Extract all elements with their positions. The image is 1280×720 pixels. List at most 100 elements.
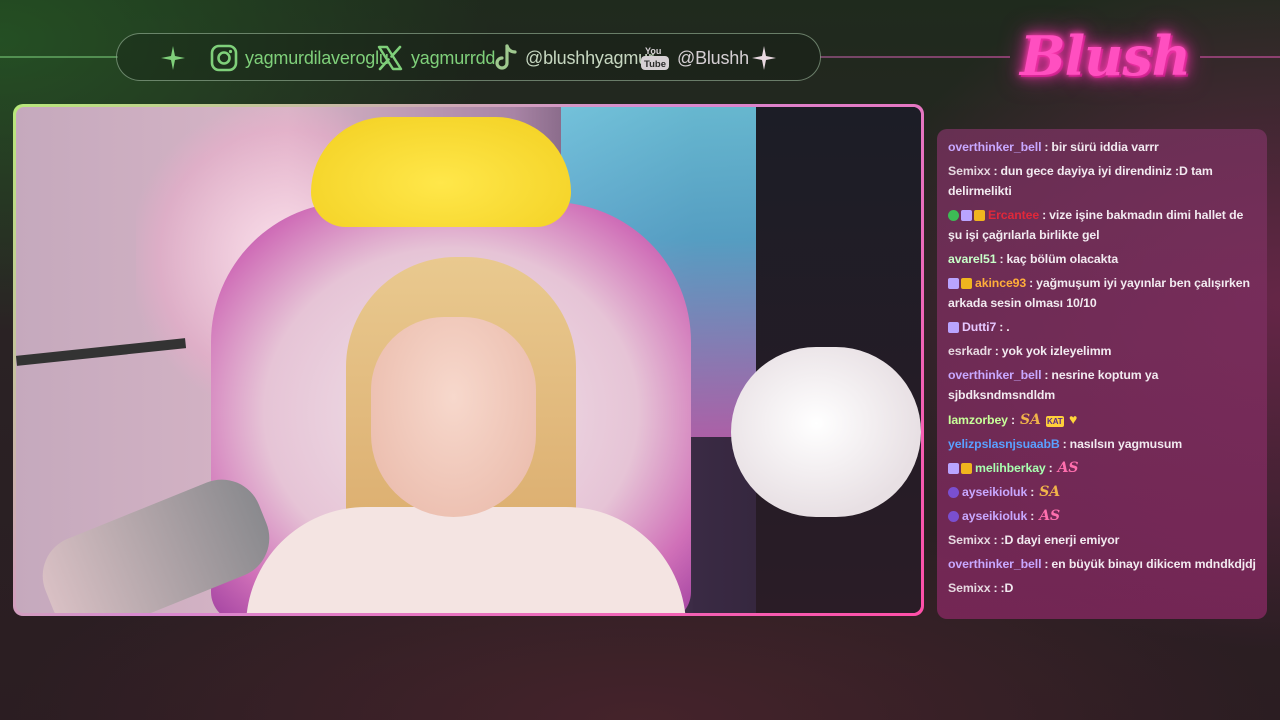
svg-text:You: You: [645, 46, 661, 56]
chat-message: overthinker_bell: en büyük binayı dikicem…: [948, 554, 1257, 574]
gift-badge-icon: [948, 322, 959, 333]
instagram-link[interactable]: yagmurdilaveroglu: [210, 43, 389, 73]
chat-separator: :: [994, 344, 999, 358]
channel-logo: Blush: [1019, 14, 1191, 98]
chat-username[interactable]: avarel51: [948, 252, 997, 266]
sub-badge-icon: [948, 511, 959, 522]
chat-message: esrkadr: yok yok izleyelimm: [948, 341, 1257, 361]
chat-separator: :: [993, 533, 998, 547]
chat-text: kaç bölüm olacakta: [1006, 252, 1119, 266]
badge-group: [948, 210, 985, 221]
sparkle-icon: [752, 46, 776, 70]
tiktok-link[interactable]: @blushhyagmur: [494, 43, 654, 73]
pikachu-hat: [311, 117, 571, 227]
webcam-frame: [13, 104, 924, 616]
chat-separator: :: [1044, 140, 1049, 154]
emote-as-icon: AS: [1057, 460, 1079, 476]
webcam-video: [16, 107, 921, 613]
chat-panel: overthinker_bell: bir sürü iddia varrr Sem…: [937, 129, 1267, 619]
social-links-bar: yagmurdilaveroglu yagmurrdd @blushhyagmu…: [116, 33, 821, 81]
chat-username[interactable]: Ercantee: [988, 208, 1039, 222]
chat-message: Ercantee: vize işine bakmadın dimi hallet…: [948, 205, 1257, 245]
chat-message: Semixx::D: [948, 578, 1257, 598]
youtube-icon: You Tube: [641, 46, 669, 70]
chat-message: ayseikioluk: SA: [948, 482, 1257, 502]
badge-group: [948, 511, 959, 522]
chat-text: :D: [1000, 581, 1014, 595]
badge-group: [948, 322, 959, 333]
gift-badge-icon: [948, 278, 959, 289]
chat-separator: :: [993, 581, 998, 595]
chat-text: .: [1006, 320, 1010, 334]
chat-separator: :: [993, 164, 998, 178]
crown-badge-icon: [961, 463, 972, 474]
tiktok-handle: @blushhyagmur: [525, 47, 654, 68]
chat-username[interactable]: Iamzorbey: [948, 413, 1008, 427]
chat-text: :D dayi enerji emiyor: [1000, 533, 1120, 547]
chat-username[interactable]: Semixx: [948, 533, 991, 547]
streamer-body: [246, 507, 686, 613]
chat-username[interactable]: overthinker_bell: [948, 368, 1042, 382]
chat-separator: :: [1010, 413, 1015, 427]
chat-message: akince93: yağmuşum iyi yayınlar ben çalış…: [948, 273, 1257, 313]
chat-username[interactable]: akince93: [975, 276, 1026, 290]
badge-group: [948, 278, 972, 289]
emote-as-icon: AS: [1039, 508, 1060, 524]
divider-line-right: [820, 56, 1010, 58]
chat-username[interactable]: yelizpslasnjsuaabB: [948, 437, 1060, 451]
chat-separator: :: [1030, 509, 1035, 523]
chat-message: Semixx::D dayi enerji emiyor: [948, 530, 1257, 550]
logo-text: Blush: [1019, 24, 1191, 88]
emote-sa-icon: SA: [1039, 484, 1060, 500]
chat-username[interactable]: ayseikioluk: [962, 485, 1027, 499]
chat-separator: :: [999, 320, 1004, 334]
chat-message: avarel51: kaç bölüm olacakta: [948, 249, 1257, 269]
emote-sa-icon: SA: [1019, 412, 1041, 428]
chat-message: yelizpslasnjsuaabB: nasılsın yagmusum: [948, 434, 1257, 454]
crown-badge-icon: [974, 210, 985, 221]
chat-message: Semixx: dun gece dayiya iyi direndiniz :D…: [948, 161, 1257, 201]
chat-separator: :: [1029, 276, 1034, 290]
chat-message: melihberkay: AS: [948, 458, 1257, 478]
chat-message: overthinker_bell: nesrine koptum ya sjbdk…: [948, 365, 1257, 405]
chat-separator: :: [1030, 485, 1035, 499]
x-icon: [377, 45, 403, 71]
sparkle-icon: [161, 46, 185, 70]
chat-text: en büyük binayı dikicem mdndkdjdj: [1051, 557, 1256, 571]
chat-message: overthinker_bell: bir sürü iddia varrr: [948, 137, 1257, 157]
x-handle: yagmurrdd: [411, 47, 496, 68]
x-link[interactable]: yagmurrdd: [376, 43, 495, 73]
chat-separator: :: [999, 252, 1004, 266]
chat-username[interactable]: ayseikioluk: [962, 509, 1027, 523]
chat-text: nasılsın yagmusum: [1069, 437, 1183, 451]
chat-separator: :: [1042, 208, 1047, 222]
chat-text: bir sürü iddia varrr: [1051, 140, 1159, 154]
youtube-link[interactable]: You Tube @Blushh: [640, 43, 749, 73]
badge-group: [948, 463, 972, 474]
verified-badge-icon: [948, 210, 959, 221]
streamer-face: [371, 317, 536, 517]
chat-separator: :: [1062, 437, 1067, 451]
instagram-icon: [210, 44, 238, 72]
divider-line-far-right: [1200, 56, 1280, 58]
tiktok-icon: [495, 44, 517, 70]
emote-heart-icon: ♥: [1068, 411, 1078, 427]
chat-username[interactable]: Semixx: [948, 581, 991, 595]
chat-username[interactable]: Dutti7: [962, 320, 996, 334]
chat-username[interactable]: Semixx: [948, 164, 991, 178]
divider-line-left: [0, 56, 118, 58]
sub-badge-icon: [948, 487, 959, 498]
chat-separator: :: [1044, 368, 1049, 382]
chat-separator: :: [1044, 557, 1049, 571]
crown-badge-icon: [961, 278, 972, 289]
chat-username[interactable]: overthinker_bell: [948, 140, 1042, 154]
gift-badge-icon: [961, 210, 972, 221]
chat-username[interactable]: esrkadr: [948, 344, 992, 358]
chat-username[interactable]: overthinker_bell: [948, 557, 1042, 571]
chat-username[interactable]: melihberkay: [975, 461, 1046, 475]
chat-text: yok yok izleyelimm: [1001, 344, 1112, 358]
chat-message: Dutti7:.: [948, 317, 1257, 337]
unicorn-plush: [731, 347, 921, 517]
gift-badge-icon: [948, 463, 959, 474]
instagram-handle: yagmurdilaveroglu: [245, 47, 389, 68]
